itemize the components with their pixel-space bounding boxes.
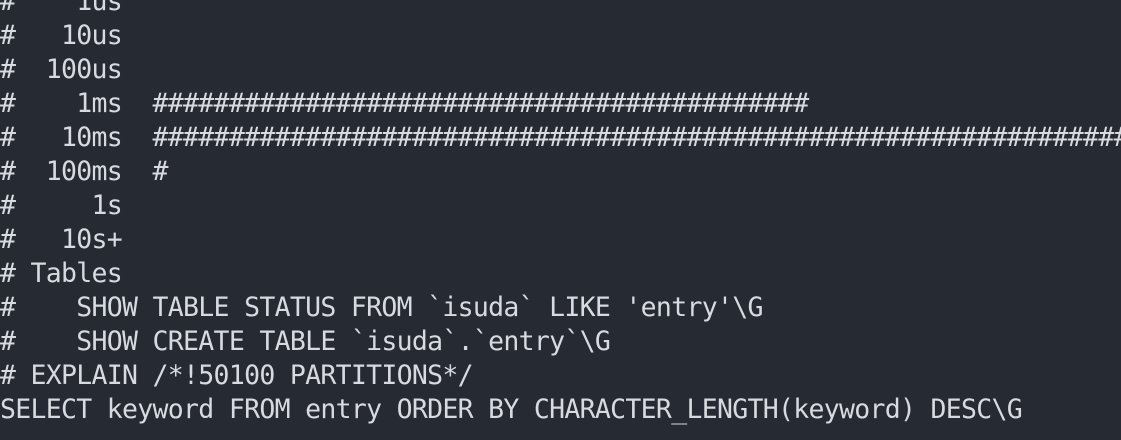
tables-heading: # Tables [0, 258, 123, 289]
explain-comment: # EXPLAIN /*!50100 PARTITIONS*/ [0, 360, 474, 391]
histogram-row-100ms: # 100ms # [0, 156, 169, 187]
histogram-row-10s-plus: # 10s+ [0, 224, 123, 255]
select-query: SELECT keyword FROM entry ORDER BY CHARA… [0, 394, 1023, 425]
histogram-row-1s: # 1s [0, 190, 123, 221]
show-table-status-command: # SHOW TABLE STATUS FROM `isuda` LIKE 'e… [0, 292, 763, 323]
terminal-output[interactable]: # 1us # 10us # 100us # 1ms #############… [0, 0, 1121, 440]
histogram-row-10us: # 10us [0, 20, 123, 51]
histogram-row-1ms: # 1ms ##################################… [0, 88, 809, 119]
histogram-row-1us: # 1us [0, 0, 123, 17]
histogram-row-100us: # 100us [0, 54, 123, 85]
show-create-table-command: # SHOW CREATE TABLE `isuda`.`entry`\G [0, 326, 611, 357]
histogram-row-10ms: # 10ms #################################… [0, 122, 1121, 153]
